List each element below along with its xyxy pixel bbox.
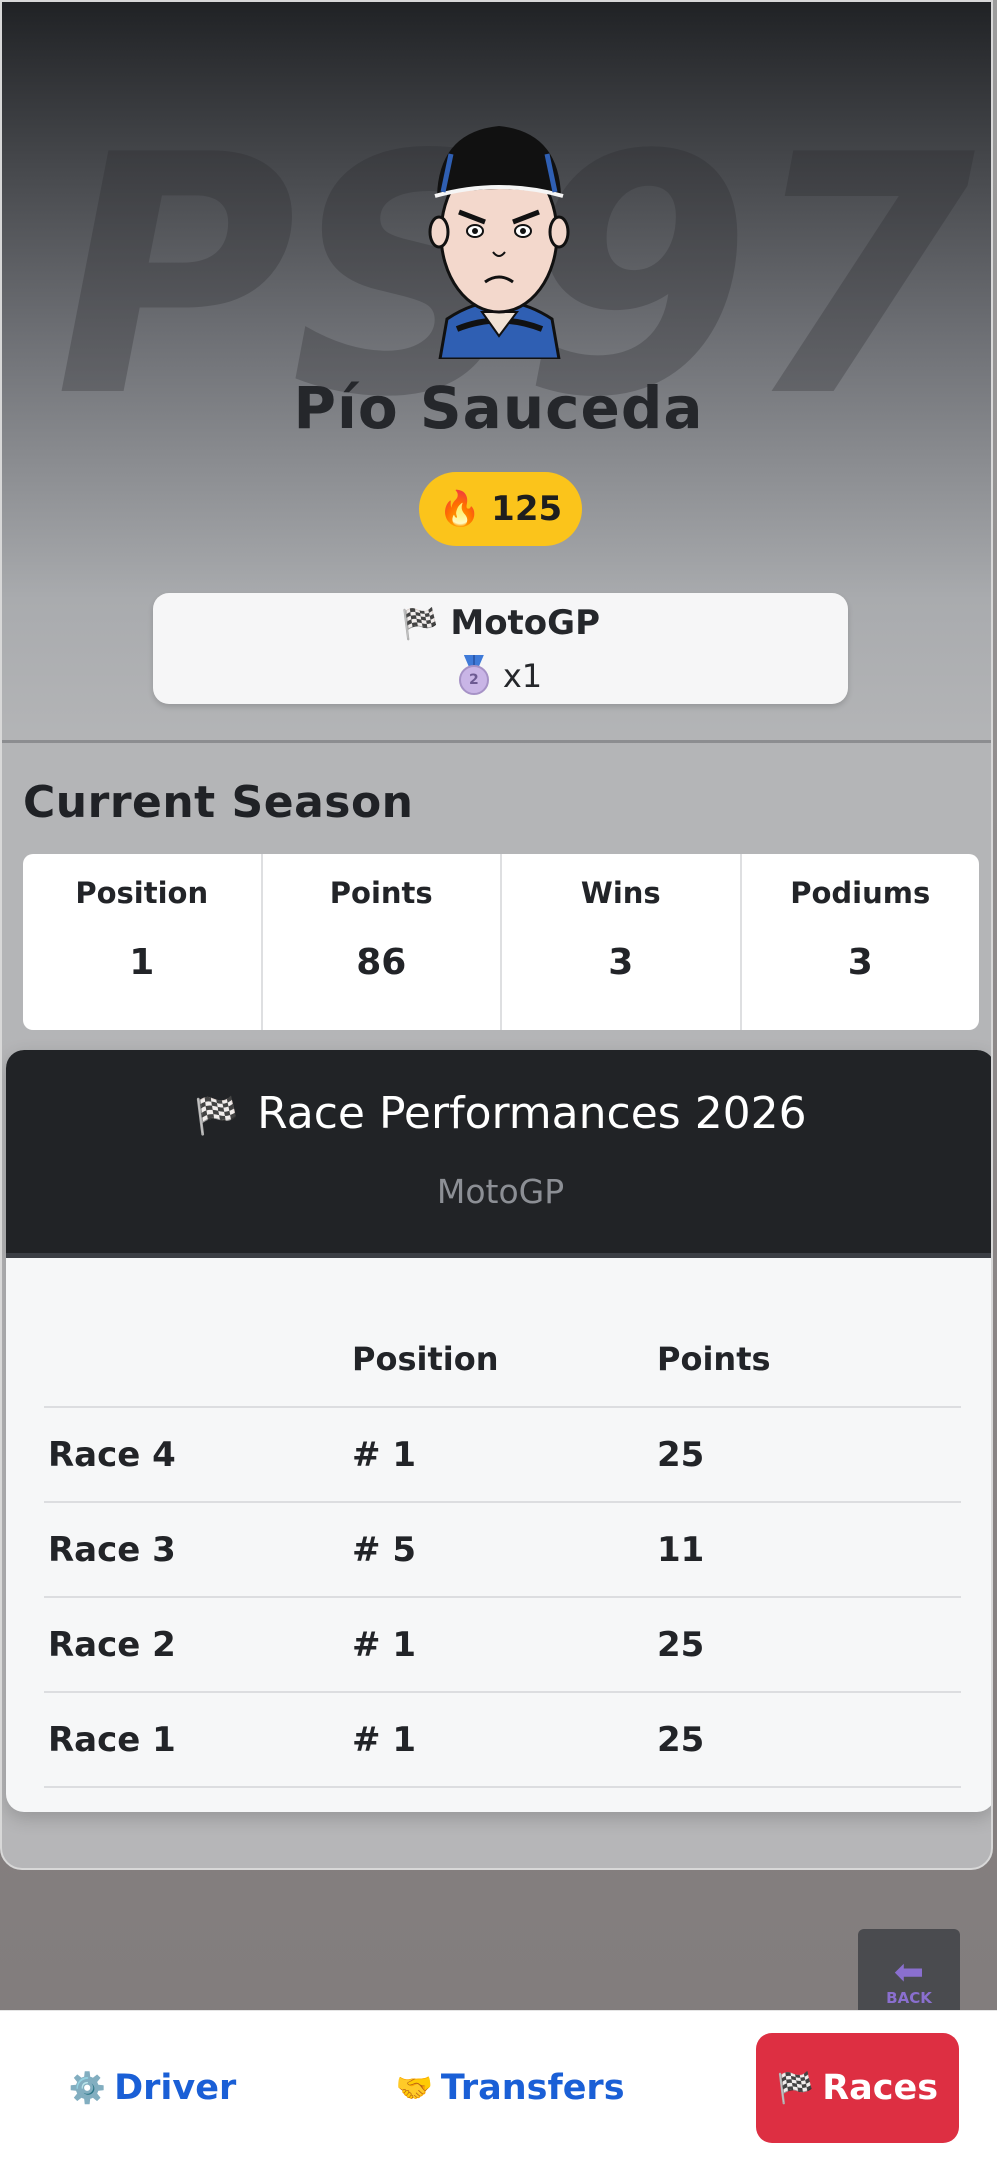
- column-header-points: Points: [657, 1340, 771, 1378]
- gear-icon: ⚙️: [68, 2070, 107, 2106]
- race-points: 25: [657, 1625, 705, 1665]
- driver-avatar: [428, 126, 570, 359]
- column-header-position: Position: [352, 1340, 499, 1378]
- race-performances-title-text: Race Performances 2026: [257, 1088, 807, 1139]
- nav-races-tab[interactable]: 🏁 Races: [756, 2033, 959, 2143]
- nav-races-label: Races: [822, 2068, 939, 2108]
- race-results-table: Position Points Race 4 # 1 25 Race 3 # 5…: [44, 1312, 961, 1788]
- driver-profile-card: PS97 Pío Sauceda 🔥 125 🏁MotoGP 2x1 Cu: [0, 0, 993, 1870]
- table-header: Position Points: [44, 1312, 961, 1408]
- race-position: # 1: [352, 1625, 416, 1665]
- season-title: Current Season: [23, 777, 414, 828]
- race-performances-title: 🏁 Race Performances 2026: [6, 1088, 991, 1139]
- checkered-flag-icon: 🏁: [401, 607, 439, 642]
- fire-icon: 🔥: [438, 489, 482, 529]
- stat-label: Position: [75, 876, 209, 910]
- nav-driver-label: Driver: [114, 2068, 237, 2108]
- race-name: Race 4: [48, 1435, 176, 1475]
- stat-value: 3: [608, 942, 634, 983]
- championship-name: MotoGP: [450, 603, 600, 643]
- race-name: Race 1: [48, 1720, 176, 1760]
- season-stats-grid: Position 1 Points 86 Wins 3 Podiums 3: [23, 854, 979, 1030]
- medal-count: x1: [502, 657, 543, 695]
- table-row: Race 2 # 1 25: [44, 1598, 961, 1693]
- table-row: Race 3 # 5 11: [44, 1503, 961, 1598]
- stat-label: Wins: [580, 876, 661, 910]
- nav-transfers-tab[interactable]: 🤝 Transfers: [395, 2033, 625, 2143]
- bottom-navigation: ⚙️ Driver 🤝 Transfers 🏁 Races: [0, 2010, 997, 2160]
- back-button-label: BACK: [886, 1989, 932, 2007]
- stat-value: 1: [129, 942, 155, 983]
- race-position: # 1: [352, 1435, 416, 1475]
- race-points: 25: [657, 1435, 705, 1475]
- stat-wins: Wins 3: [502, 854, 742, 1030]
- medal-summary: 2 x1: [153, 655, 848, 695]
- silver-medal-icon: 2: [458, 655, 489, 695]
- nav-driver-tab[interactable]: ⚙️ Driver: [60, 2033, 245, 2143]
- stat-points: Points 86: [263, 854, 502, 1030]
- checkered-flag-icon: 🏁: [776, 2070, 815, 2106]
- race-name: Race 2: [48, 1625, 176, 1665]
- stat-label: Points: [329, 876, 433, 910]
- race-position: # 1: [352, 1720, 416, 1760]
- race-performances-header: 🏁 Race Performances 2026 MotoGP: [6, 1050, 991, 1258]
- race-performances-card: 🏁 Race Performances 2026 MotoGP Position …: [6, 1050, 991, 1812]
- handshake-icon: 🤝: [395, 2070, 433, 2106]
- championship-box: 🏁 MotoGP 2 x1: [153, 593, 848, 704]
- back-arrow-icon: ⬅: [893, 1952, 925, 1993]
- table-row: Race 4 # 1 25: [44, 1408, 961, 1503]
- race-points: 25: [657, 1720, 705, 1760]
- stat-podiums: Podiums 3: [742, 854, 980, 1030]
- championship-title: 🏁 MotoGP: [153, 603, 848, 643]
- stat-position: Position 1: [23, 854, 263, 1030]
- stat-value: 86: [356, 942, 407, 983]
- fire-score-badge: 🔥 125: [419, 472, 582, 546]
- stat-value: 3: [847, 942, 873, 983]
- nav-transfers-label: Transfers: [440, 2068, 625, 2108]
- table-row: Race 1 # 1 25: [44, 1693, 961, 1788]
- stat-label: Podiums: [790, 876, 931, 910]
- race-points: 11: [657, 1530, 705, 1570]
- driver-name: Pío Sauceda: [293, 374, 704, 442]
- fire-score-count: 125: [491, 489, 563, 529]
- race-name: Race 3: [48, 1530, 176, 1570]
- race-performances-subtitle: MotoGP: [436, 1172, 565, 1211]
- race-position: # 5: [352, 1530, 416, 1570]
- checkered-flag-icon: 🏁: [194, 1096, 240, 1137]
- section-divider: [2, 740, 991, 743]
